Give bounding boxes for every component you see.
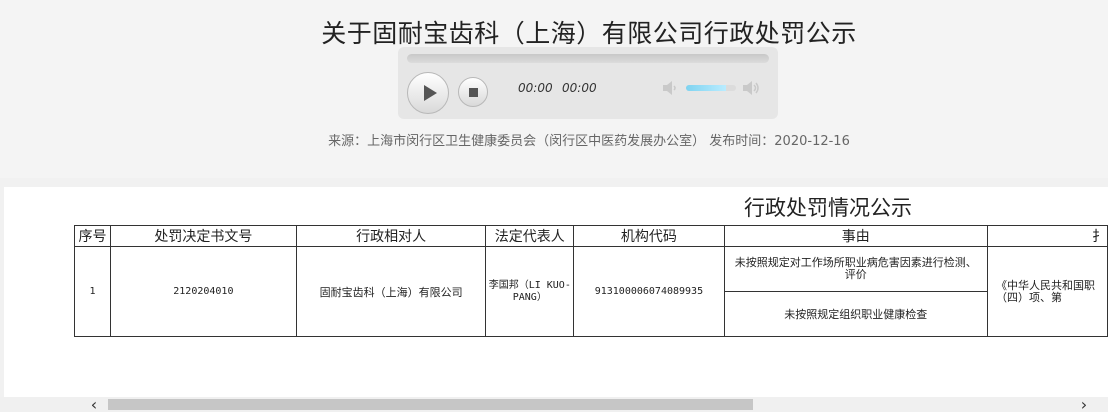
cell-legal-rep: 李国邦（LI KUO-PANG） <box>485 246 575 337</box>
stop-icon <box>468 87 478 97</box>
col-header-org-code: 机构代码 <box>573 225 725 247</box>
source-publish-info: 来源：上海市闵行区卫生健康委员会（闵行区中医药发展办公室） 发布时间：2020-… <box>328 134 850 149</box>
stop-button[interactable] <box>458 77 488 107</box>
col-header-reason: 事由 <box>723 225 988 247</box>
notice-title: 行政处罚情况公示 <box>744 196 912 220</box>
col-header-basis: 扌 <box>986 225 1108 247</box>
col-header-decision-no: 处罚决定书文号 <box>109 225 297 247</box>
article-header: 关于固耐宝齿科（上海）有限公司行政处罚公示 00:00 00:00 来源：上海市… <box>0 0 1108 178</box>
current-time: 00:00 <box>518 81 553 95</box>
play-icon <box>423 85 437 101</box>
scroll-left-arrow-icon[interactable]: ‹ <box>84 397 104 412</box>
col-header-legal-rep: 法定代表人 <box>485 225 575 247</box>
col-header-party: 行政相对人 <box>295 225 487 247</box>
volume-level-fill <box>686 85 726 91</box>
col-header-index: 序号 <box>74 225 111 247</box>
cell-basis: 《中华人民共和国职（四）项、第 <box>986 246 1108 337</box>
cell-decision-no: 2120204010 <box>109 246 297 337</box>
cell-org-code: 913100006074089935 <box>573 246 725 337</box>
volume-mute-icon[interactable] <box>662 80 680 96</box>
cell-party: 固耐宝齿科（上海）有限公司 <box>295 246 487 337</box>
scrollbar-thumb[interactable] <box>108 399 753 410</box>
volume-slider[interactable] <box>686 85 736 91</box>
article-body: 行政处罚情况公示 序号 处罚决定书文号 行政相对人 法定代表人 机构代码 事由 … <box>4 187 1108 412</box>
cell-index: 1 <box>74 246 111 337</box>
volume-max-icon[interactable] <box>742 80 760 96</box>
cell-reason-1: 未按照规定对工作场所职业病危害因素进行检测、评价 <box>723 246 988 292</box>
play-button[interactable] <box>407 72 449 114</box>
page-title: 关于固耐宝齿科（上海）有限公司行政处罚公示 <box>321 19 857 48</box>
audio-player: 00:00 00:00 <box>398 47 778 119</box>
table-row: 1 2120204010 固耐宝齿科（上海）有限公司 李国邦（LI KUO-PA… <box>74 246 1108 337</box>
scroll-right-arrow-icon[interactable]: › <box>1074 397 1094 412</box>
horizontal-scrollbar[interactable]: ‹ › <box>0 397 1108 412</box>
penalty-table: 序号 处罚决定书文号 行政相对人 法定代表人 机构代码 事由 扌 1 21202… <box>74 225 1108 337</box>
table-header-row: 序号 处罚决定书文号 行政相对人 法定代表人 机构代码 事由 扌 <box>74 225 1108 247</box>
duration-time: 00:00 <box>562 81 597 95</box>
audio-progress-bar[interactable] <box>407 54 769 63</box>
cell-reason-2: 未按照规定组织职业健康检查 <box>723 291 988 337</box>
